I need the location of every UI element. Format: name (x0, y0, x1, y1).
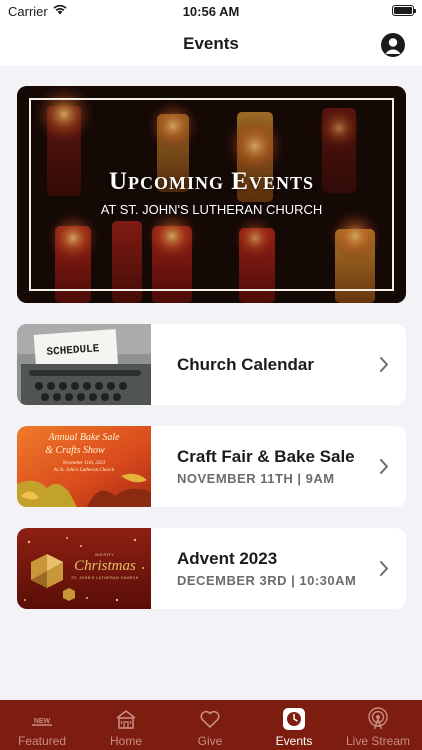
thumb-line-4: At St. John's Lutheran Church (53, 468, 115, 473)
broadcast-icon (368, 707, 388, 730)
chevron-right-icon (380, 357, 388, 372)
chevron-right-icon (380, 459, 388, 474)
event-title: Craft Fair & Bake Sale (177, 447, 355, 466)
thumb-line-1: MERRY (95, 552, 114, 557)
tab-live-stream[interactable]: Live Stream (336, 700, 420, 750)
tab-give[interactable]: Give (168, 700, 252, 750)
heart-icon (200, 710, 220, 728)
new-badge-icon: NEW (32, 718, 52, 726)
event-thumbnail: Annual Bake Sale & Crafts Show November … (17, 426, 151, 507)
tab-label: Events (275, 734, 313, 748)
tab-label: Live Stream (345, 734, 411, 748)
church-icon (116, 710, 136, 729)
thumb-line-3: November 11th, 2023 (62, 461, 106, 466)
event-date: NOVEMBER 11TH | 9AM (177, 471, 335, 486)
thumb-line-1: Annual Bake Sale (47, 432, 120, 443)
tab-events[interactable]: Events (252, 700, 336, 750)
page-title: Events (183, 34, 239, 53)
tab-label: Featured (17, 734, 67, 748)
event-date: DECEMBER 3RD | 10:30AM (177, 573, 357, 588)
status-time: 10:56 AM (182, 4, 240, 19)
chevron-right-icon (380, 561, 388, 576)
event-card-craft-fair[interactable]: Annual Bake Sale & Crafts Show November … (17, 426, 406, 507)
tab-home[interactable]: Home (84, 700, 168, 750)
event-thumbnail: SCHEDULE (17, 324, 151, 405)
svg-text:NEW: NEW (34, 718, 51, 725)
tab-featured[interactable]: NEW Featured (0, 700, 84, 750)
banner-subtitle: AT ST. JOHN'S LUTHERAN CHURCH (100, 202, 323, 217)
event-title: Advent 2023 (177, 549, 278, 568)
thumb-line-2: & Crafts Show (45, 445, 105, 456)
upcoming-events-banner[interactable]: Upcoming Events AT ST. JOHN'S LUTHERAN C… (17, 86, 406, 303)
battery-icon (392, 5, 416, 16)
user-avatar-icon (385, 38, 401, 54)
event-thumbnail: MERRY Christmas ST. JOHN'S LUTHERAN CHUR… (17, 528, 151, 609)
event-card-church-calendar[interactable]: SCHEDULE Church Calendar (17, 324, 406, 405)
tab-label: Home (109, 734, 142, 748)
clock-icon (283, 708, 305, 730)
thumb-line-3: ST. JOHN'S LUTHERAN CHURCH (71, 576, 139, 580)
event-title: Church Calendar (177, 354, 314, 374)
status-bar: Carrier 10:56 AM (0, 0, 422, 22)
event-card-advent[interactable]: MERRY Christmas ST. JOHN'S LUTHERAN CHUR… (17, 528, 406, 609)
profile-button[interactable] (381, 33, 405, 57)
banner-title: Upcoming Events (109, 168, 314, 195)
tab-label: Give (197, 734, 223, 748)
tab-bar: NEW Featured Home Give Events Live Strea… (0, 700, 422, 750)
nav-bar: Events (0, 22, 422, 66)
thumb-line-2: Christmas (74, 558, 136, 574)
